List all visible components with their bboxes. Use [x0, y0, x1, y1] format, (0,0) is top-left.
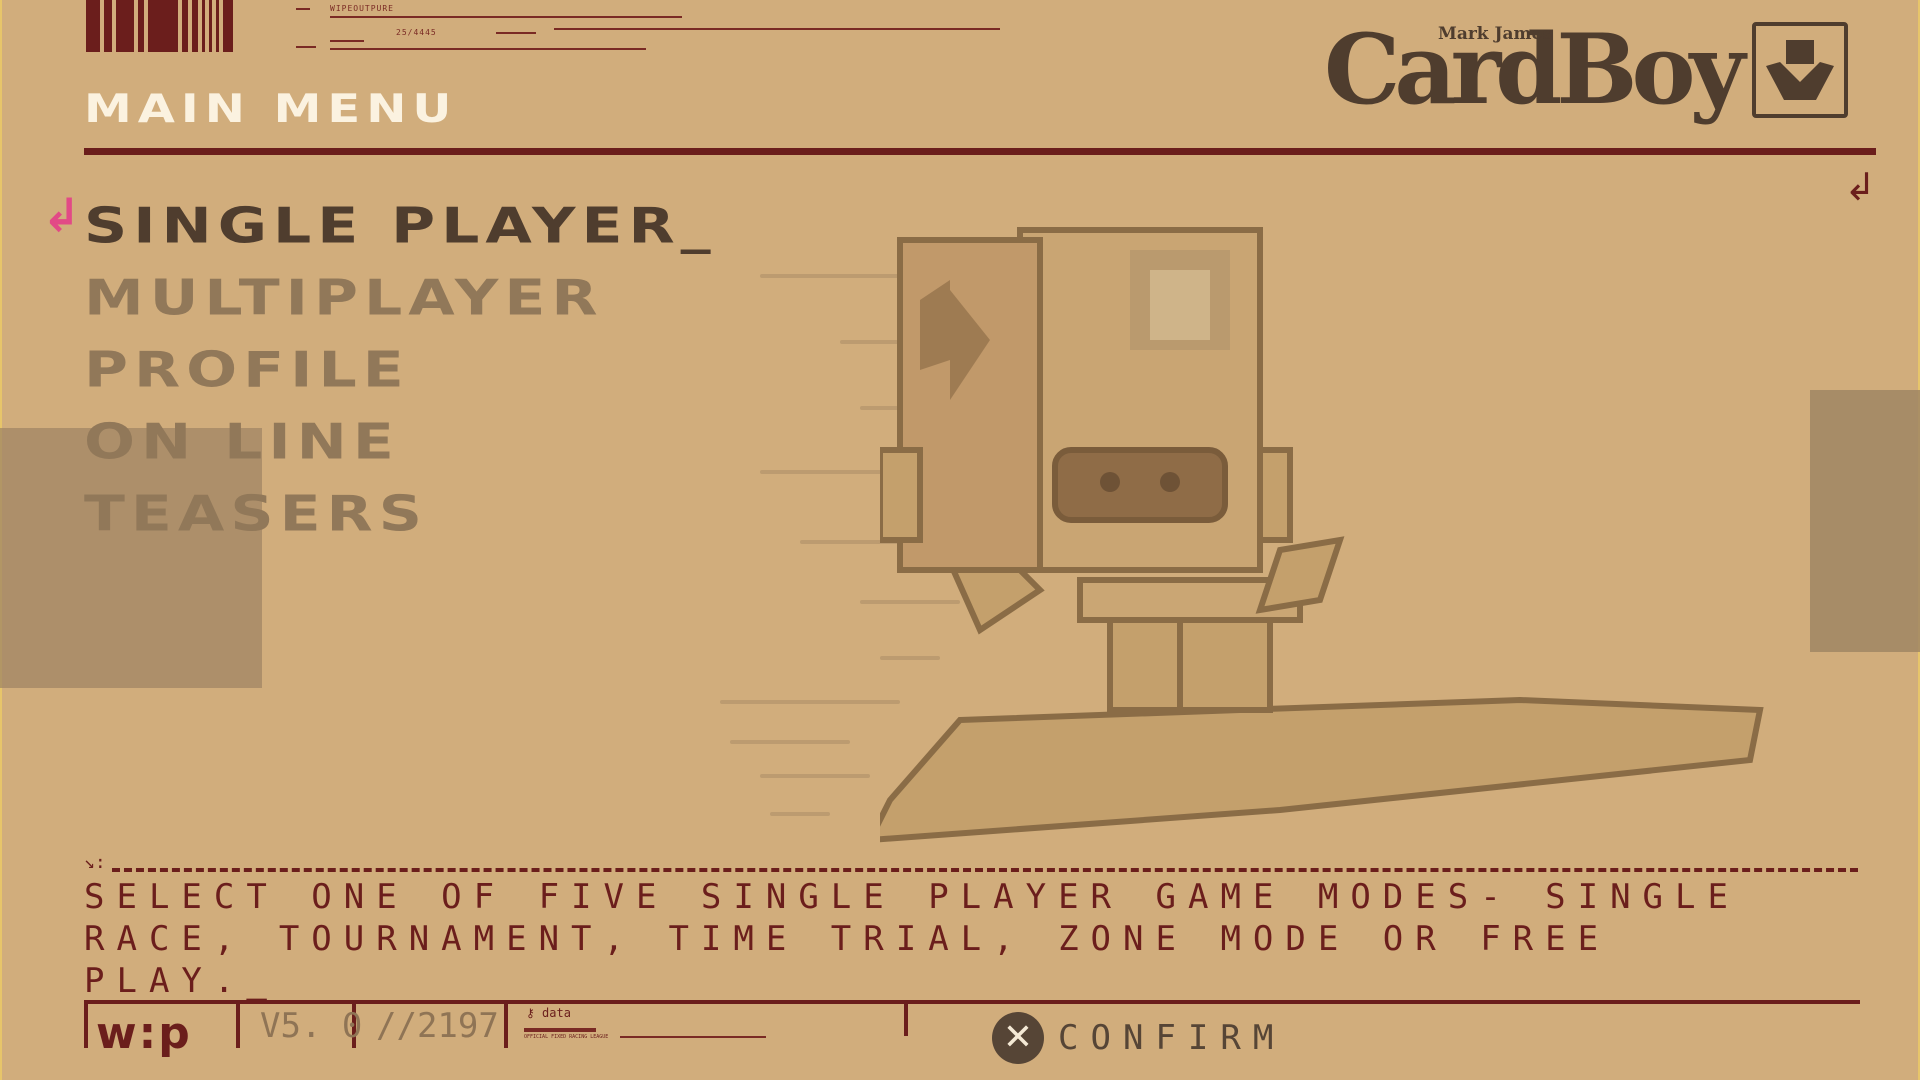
logo-emblem-icon	[1752, 22, 1848, 118]
menu-item-multiplayer[interactable]: Multiplayer	[84, 262, 717, 334]
menu-item-label: Teasers	[84, 485, 428, 543]
footer-separator	[236, 1000, 240, 1048]
version-text: V5. 0	[260, 1006, 363, 1046]
header-tech-line	[496, 32, 536, 34]
menu-item-label: On Line	[84, 413, 400, 471]
barcode-decoration	[86, 0, 233, 52]
description-marker-icon: ↘:	[84, 852, 106, 873]
footer-separator	[504, 1000, 508, 1048]
header-tech-text: 25/4445	[396, 28, 437, 37]
down-left-arrow-icon: ↲	[1844, 165, 1876, 209]
speed-line	[730, 740, 850, 744]
build-number: //2197	[376, 1006, 499, 1046]
footer-separator	[904, 1000, 908, 1036]
confirm-label: CONFIRM	[1058, 1018, 1286, 1058]
header-tech-line	[330, 40, 364, 42]
data-label: ⚷ data	[526, 1006, 571, 1020]
speed-line	[760, 774, 870, 778]
menu-item-label: Profile	[84, 341, 410, 399]
data-subtext: OFFICIAL FIXED RACING LEAGUE	[524, 1034, 609, 1040]
main-menu: Single Player_ Multiplayer Profile On Li…	[84, 190, 717, 550]
header-tech-line	[296, 46, 316, 48]
header-tech-text: WIPEOUTPURE	[330, 4, 394, 13]
menu-item-profile[interactable]: Profile	[84, 334, 717, 406]
header-tech-line	[330, 16, 682, 18]
cross-button-icon: ✕	[992, 1012, 1044, 1064]
data-bar	[524, 1028, 596, 1032]
cardboy-character-illustration	[880, 227, 1764, 843]
mode-description: SELECT ONE OF FIVE SINGLE PLAYER GAME MO…	[84, 877, 1740, 1001]
page-title: Main Menu	[84, 86, 458, 132]
menu-item-label: Multiplayer	[84, 269, 604, 327]
description-divider	[112, 868, 1858, 872]
title-divider	[84, 148, 1876, 155]
wip-logo: w:p	[96, 1008, 192, 1059]
menu-item-teasers[interactable]: Teasers	[84, 478, 717, 550]
menu-item-label: Single Player_	[84, 197, 717, 255]
footer-rule	[84, 1000, 1860, 1004]
menu-item-single-player[interactable]: Single Player_	[84, 190, 717, 262]
background-block-right	[1810, 390, 1920, 652]
speed-line	[720, 700, 900, 704]
logo-small-text: Mark James	[1438, 24, 1552, 44]
cardboy-logo: CardBoy Mark James	[1320, 18, 1860, 128]
confirm-button[interactable]: ✕ CONFIRM	[992, 1012, 1285, 1064]
header-tech-line	[554, 28, 1000, 30]
header-tech-line	[330, 48, 646, 50]
data-label-text: data	[542, 1006, 571, 1020]
footer-separator	[84, 1000, 88, 1048]
data-bar-line	[620, 1036, 766, 1038]
menu-cursor-icon: ↲	[42, 188, 81, 242]
menu-item-online[interactable]: On Line	[84, 406, 717, 478]
header-tech-line	[296, 8, 310, 10]
speed-line	[770, 812, 830, 816]
